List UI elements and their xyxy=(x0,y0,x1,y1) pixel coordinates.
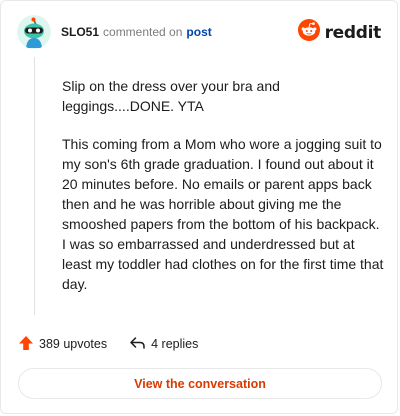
upvotes-count: 389 upvotes xyxy=(39,337,108,351)
comment-meta: SLO51 commented on post xyxy=(61,25,212,39)
thread-line xyxy=(34,57,35,315)
reddit-snoo-icon xyxy=(297,19,320,46)
reddit-logo[interactable]: reddit xyxy=(297,19,382,46)
post-link[interactable]: post xyxy=(186,25,211,39)
upvote-arrow-icon xyxy=(18,335,34,354)
comment-card: SLO51 commented on post reddit Slip on t… xyxy=(0,0,398,414)
view-conversation-button[interactable]: View the conversation xyxy=(18,368,382,399)
reply-arrow-icon xyxy=(129,335,146,354)
comment-paragraph: Slip on the dress over your bra and legg… xyxy=(62,78,280,114)
replies-count: 4 replies xyxy=(151,337,199,351)
reddit-wordmark: reddit xyxy=(324,22,382,43)
username[interactable]: SLO51 xyxy=(61,25,99,39)
upvotes-button[interactable]: 389 upvotes xyxy=(18,335,107,354)
commented-text: commented on xyxy=(103,25,183,39)
replies-button[interactable]: 4 replies xyxy=(129,335,198,354)
comment-body: Slip on the dress over your bra and legg… xyxy=(62,76,384,312)
comment-footer: 389 upvotes 4 replies xyxy=(18,334,198,354)
comment-paragraph: This coming from a Mom who wore a joggin… xyxy=(62,136,384,292)
avatar[interactable] xyxy=(17,15,51,49)
